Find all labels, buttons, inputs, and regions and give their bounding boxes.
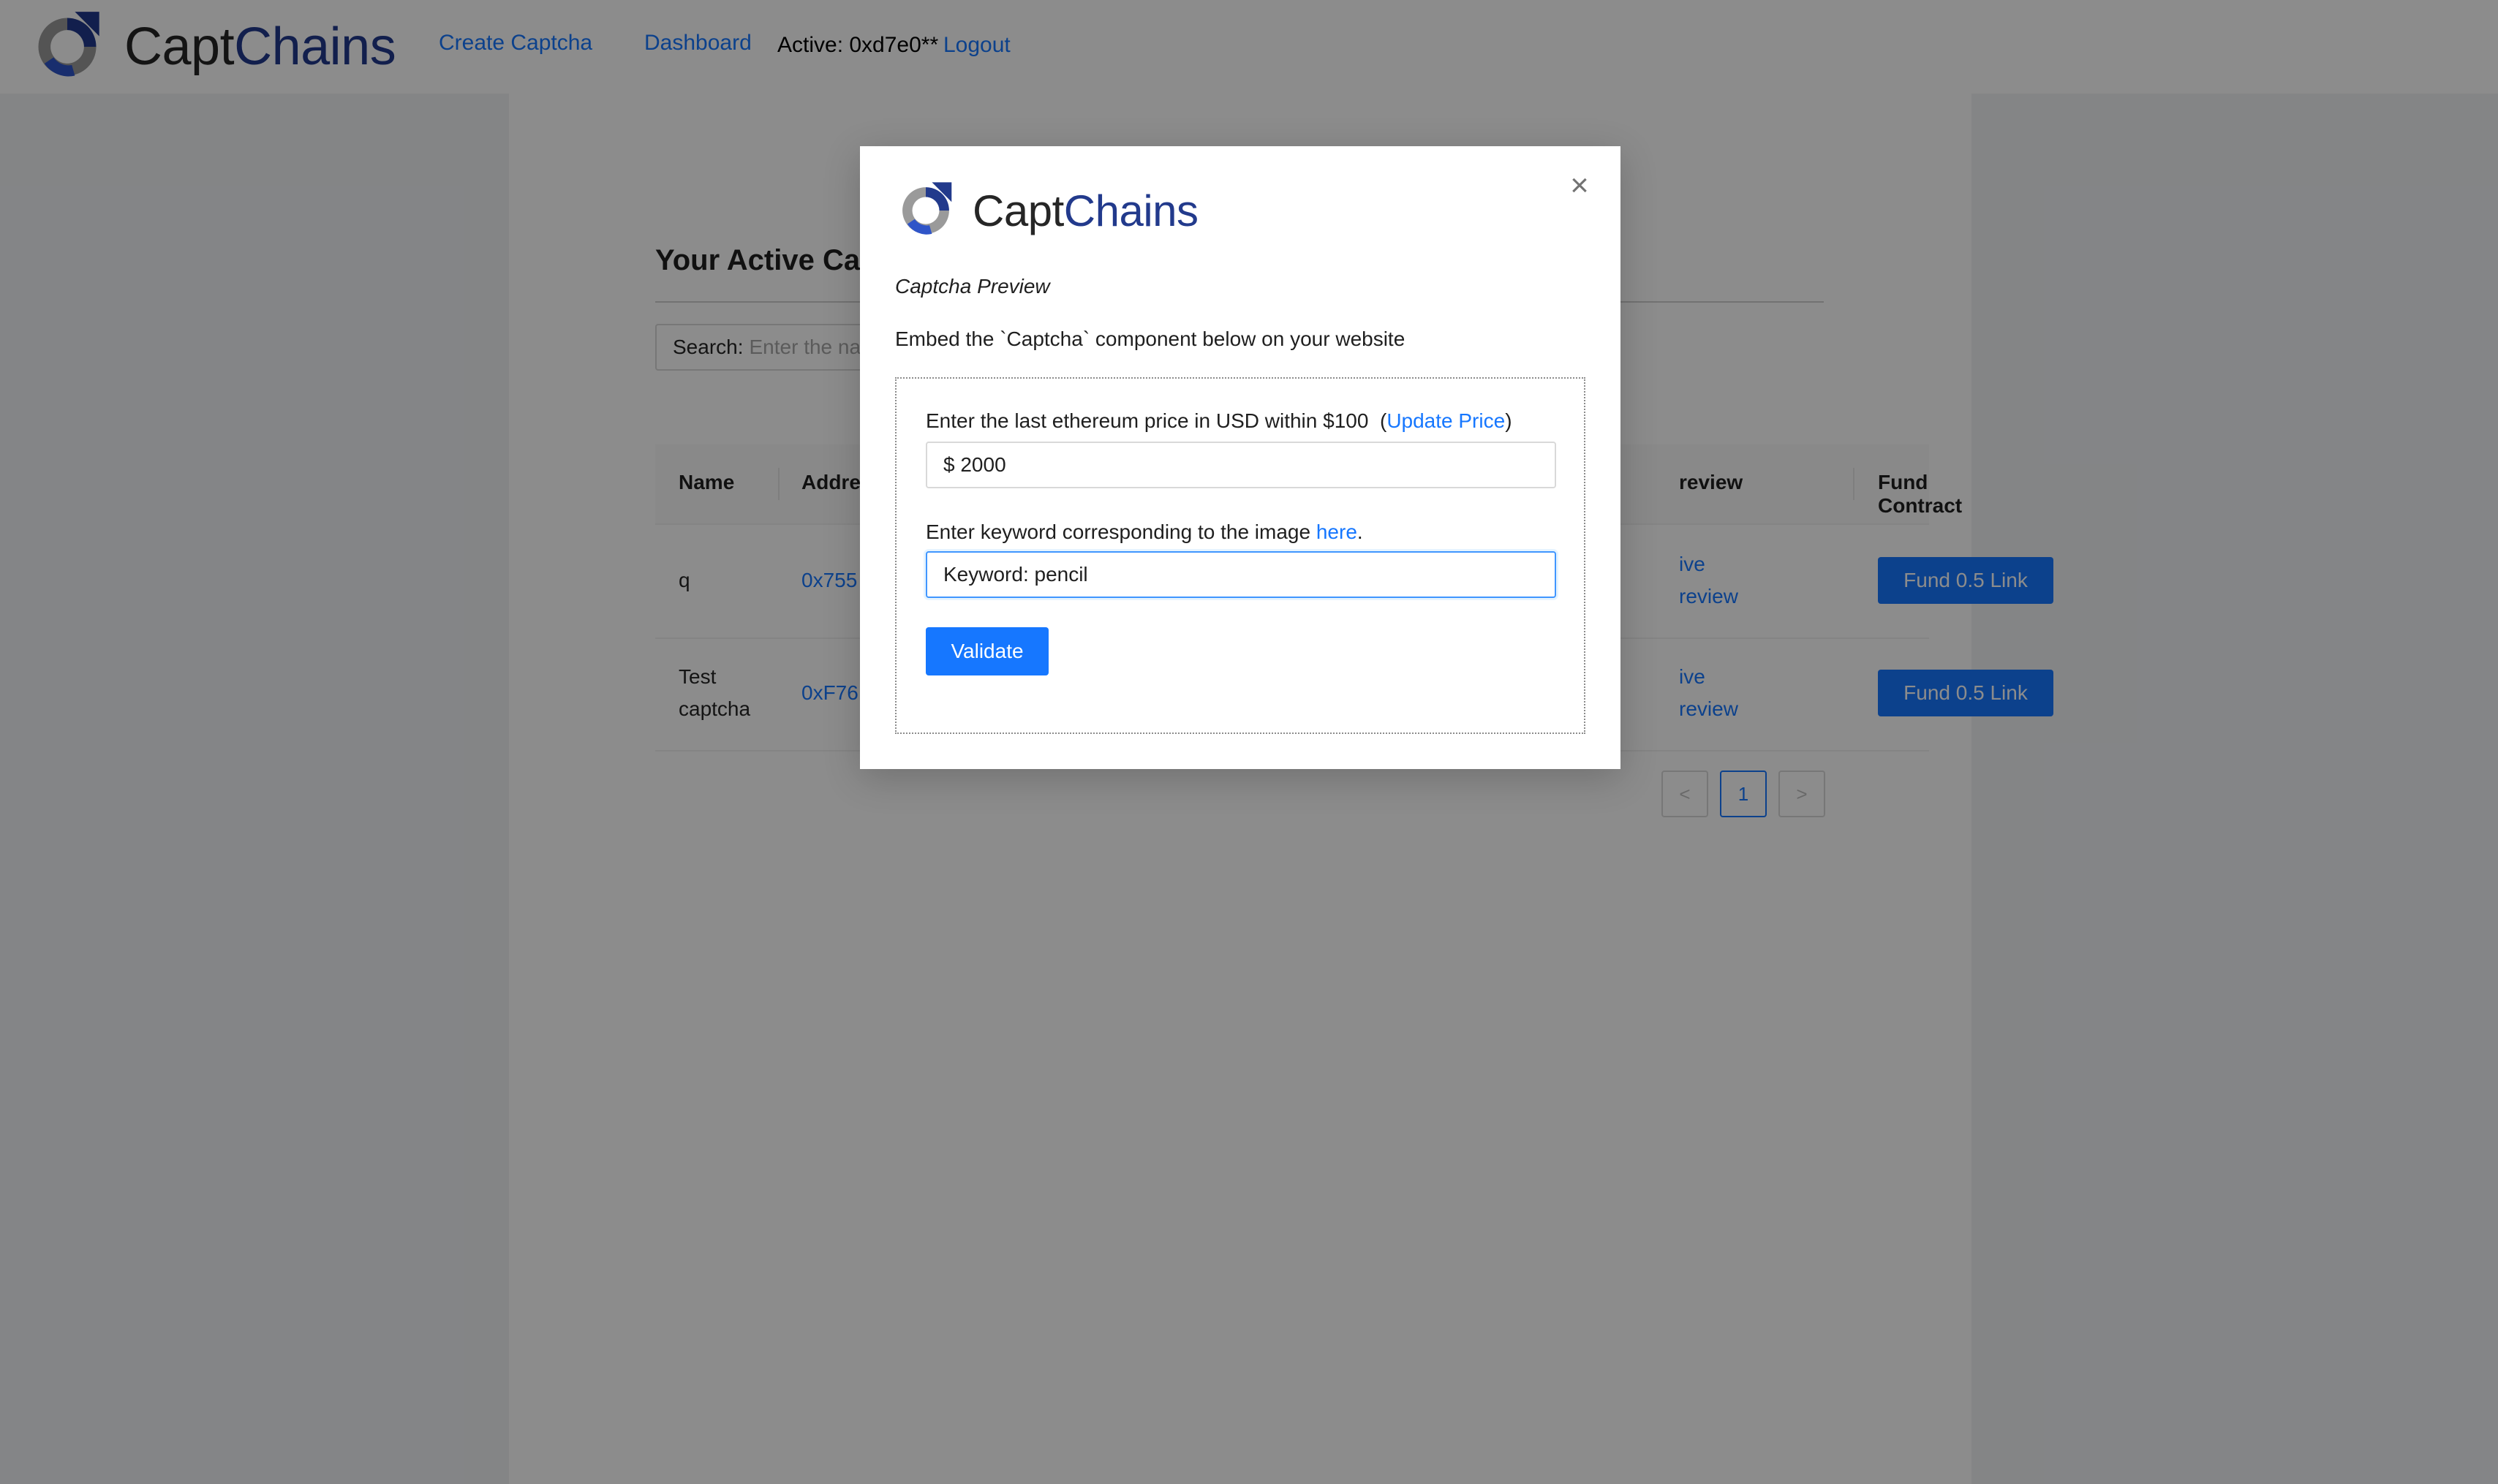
image-here-link[interactable]: here [1316, 520, 1357, 543]
keyword-question: Enter keyword corresponding to the image… [926, 520, 1363, 544]
modal-subtitle: Captcha Preview [895, 275, 1050, 298]
paren-close: ) [1505, 409, 1512, 432]
update-price-link[interactable]: Update Price [1386, 409, 1505, 432]
keyword-label: Enter keyword corresponding to the image [926, 520, 1311, 543]
keyword-period: . [1356, 520, 1363, 543]
close-icon[interactable]: × [1562, 168, 1597, 203]
captcha-component-preview: Enter the last ethereum price in USD wit… [895, 377, 1585, 734]
keyword-input[interactable] [926, 551, 1556, 598]
captchains-logo-icon [902, 182, 952, 235]
brand-capt: Capt [973, 186, 1064, 235]
paren-open: ( [1379, 409, 1387, 432]
embed-instructions: Embed the `Captcha` component below on y… [895, 328, 1405, 350]
brand-chains: Chains [1063, 186, 1199, 235]
modal-brand: CaptChains [895, 180, 1199, 241]
price-input[interactable] [926, 442, 1556, 488]
modal-brand-name: CaptChains [973, 186, 1199, 236]
price-question: Enter the last ethereum price in USD wit… [926, 409, 1512, 433]
captcha-preview-modal: × CaptChains Captcha Preview Embed the `… [860, 146, 1620, 769]
price-label: Enter the last ethereum price in USD wit… [926, 409, 1369, 432]
validate-button[interactable]: Validate [926, 627, 1049, 675]
